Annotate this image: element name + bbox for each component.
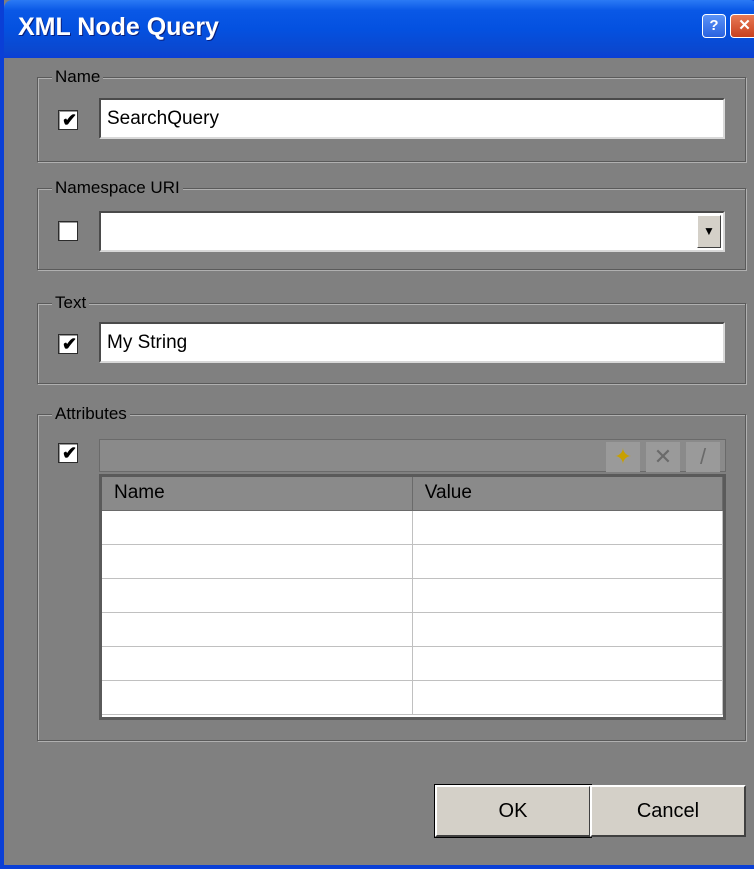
checkmark-icon: ✔ (62, 334, 78, 354)
new-icon[interactable]: ✦ (606, 442, 640, 472)
attributes-checkbox[interactable]: ✔ (58, 443, 78, 463)
name-cell[interactable] (102, 578, 413, 613)
attributes-table: Name Value (102, 477, 724, 715)
close-button[interactable]: ✕ (730, 14, 754, 38)
name-cell[interactable] (102, 510, 413, 545)
checkmark-icon: ✔ (62, 110, 78, 130)
table-row[interactable] (102, 612, 724, 647)
help-button[interactable]: ? (702, 14, 726, 38)
table-row[interactable] (102, 680, 724, 715)
text-group: Text ✔ My String (37, 292, 746, 384)
namespace-group: Namespace URI ▼ (37, 177, 746, 270)
value-cell[interactable] (412, 578, 724, 613)
column-header-name[interactable]: Name (102, 477, 413, 511)
title-bar[interactable]: XML Node Query ? ✕ (4, 0, 754, 58)
namespace-legend: Namespace URI (52, 177, 183, 199)
ok-button[interactable]: OK (434, 784, 592, 838)
value-cell[interactable] (412, 646, 724, 681)
edit-icon[interactable]: / (686, 442, 720, 472)
name-checkbox[interactable]: ✔ (58, 110, 78, 130)
window-title: XML Node Query (18, 13, 219, 41)
value-cell[interactable] (412, 544, 724, 579)
column-header-value[interactable]: Value (412, 477, 724, 511)
table-row[interactable] (102, 646, 724, 681)
name-group: Name ✔ SearchQuery (37, 66, 746, 162)
name-cell[interactable] (102, 646, 413, 681)
namespace-checkbox[interactable] (58, 221, 78, 241)
namespace-combobox[interactable]: ▼ (99, 211, 725, 252)
chevron-down-icon[interactable]: ▼ (697, 215, 721, 248)
text-legend: Text (52, 292, 90, 314)
delete-icon[interactable]: ✕ (646, 442, 680, 472)
name-legend: Name (52, 66, 104, 88)
attributes-toolbar: ✦ ✕ / (99, 439, 726, 472)
name-cell[interactable] (102, 544, 413, 579)
name-cell[interactable] (102, 612, 413, 647)
table-row[interactable] (102, 510, 724, 545)
value-cell[interactable] (412, 510, 724, 545)
text-input[interactable]: My String (99, 322, 725, 363)
attributes-grid[interactable]: Name Value (99, 474, 726, 720)
name-input[interactable]: SearchQuery (99, 98, 725, 139)
dialog-client: Name ✔ SearchQuery Namespace URI ▼ Text … (8, 58, 754, 865)
checkmark-icon: ✔ (62, 443, 78, 463)
value-cell[interactable] (412, 680, 724, 715)
attributes-group: Attributes ✔ ✦ ✕ / Name Value (37, 403, 746, 741)
value-cell[interactable] (412, 612, 724, 647)
table-row[interactable] (102, 578, 724, 613)
attributes-legend: Attributes (52, 403, 130, 425)
table-row[interactable] (102, 544, 724, 579)
text-checkbox[interactable]: ✔ (58, 334, 78, 354)
cancel-button[interactable]: Cancel (590, 785, 746, 837)
name-cell[interactable] (102, 680, 413, 715)
dialog-window: XML Node Query ? ✕ Name ✔ SearchQuery Na… (0, 0, 754, 869)
